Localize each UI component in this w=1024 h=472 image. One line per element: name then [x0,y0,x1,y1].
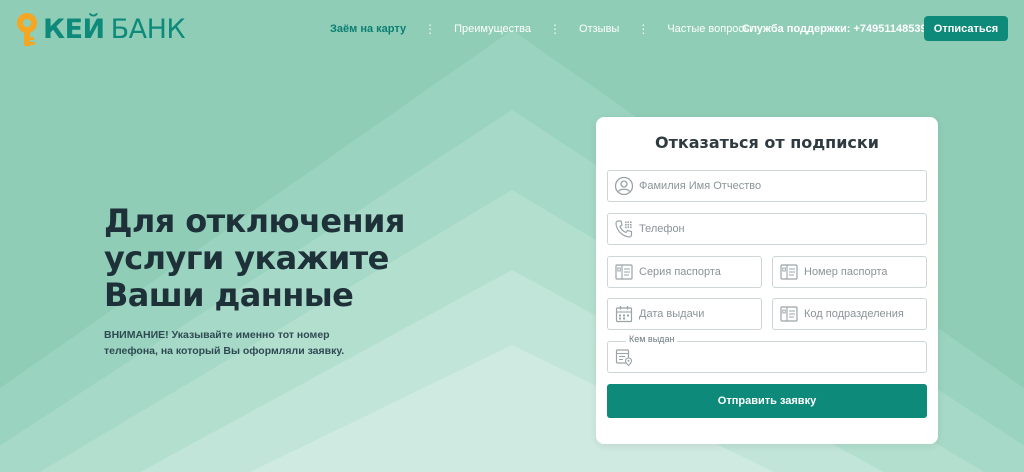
passport-number-input[interactable] [804,257,926,287]
hero-title: Для отключения услуги укажите Ваши данны… [104,203,444,314]
phone-icon [615,220,633,238]
submit-request-button[interactable]: Отправить заявку [607,384,927,418]
nav-separator: ⋮ [549,22,562,36]
division-code-field[interactable] [772,298,927,330]
unsubscribe-button[interactable]: Отписаться [924,16,1008,41]
building-location-icon [615,349,633,367]
calendar-icon [615,306,633,323]
brand-logo[interactable]: КЕЙ БАНК [14,12,186,48]
brand-name-thin: БАНК [110,14,186,45]
nav-item-faq[interactable]: Частые вопросы [667,23,752,35]
brand-name-bold: КЕЙ [43,14,105,45]
full-name-input[interactable] [639,171,926,201]
passport-number-field[interactable] [772,256,927,288]
nav-separator: ⋮ [637,22,650,36]
issued-by-field[interactable]: Кем выдан [607,334,927,373]
hero-section: Для отключения услуги укажите Ваши данны… [104,203,444,359]
support-info: Служба поддержки: +74951148539 [742,23,927,35]
issued-by-input[interactable] [639,342,926,372]
main-nav: Заём на карту ⋮ Преимущества ⋮ Отзывы ⋮ … [330,22,752,36]
phone-input[interactable] [639,214,926,244]
passport-series-field[interactable] [607,256,762,288]
phone-field[interactable] [607,213,927,245]
full-name-field[interactable] [607,170,927,202]
issue-date-input[interactable] [639,299,761,329]
hero-notice-line: телефона, на который Вы оформляли заявку… [104,345,345,357]
division-code-input[interactable] [804,299,926,329]
passport-icon [615,264,633,280]
site-header: КЕЙ БАНК Заём на карту ⋮ Преимущества ⋮ О… [0,0,1024,62]
hero-title-line: Ваши данные [104,276,354,314]
hero-notice: ВНИМАНИЕ! Указывайте именно тот номер те… [104,327,444,359]
issued-by-label: Кем выдан [626,334,678,344]
brand-name: КЕЙ БАНК [43,12,186,48]
hero-title-line: услуги укажите [104,239,389,277]
hero-notice-line: ВНИМАНИЕ! Указывайте именно тот номер [104,329,330,341]
user-icon [614,176,634,196]
nav-item-loan[interactable]: Заём на карту [330,23,406,35]
key-logo-icon [17,13,37,46]
nav-item-advantages[interactable]: Преимущества [454,23,531,35]
support-phone-link[interactable]: +74951148539 [853,23,926,35]
nav-item-reviews[interactable]: Отзывы [579,23,619,35]
form-title: Отказаться от подписки [655,133,879,152]
hero-title-line: Для отключения [104,202,405,240]
unsubscribe-form-card: Отказаться от подписки Фамилия Имя Отчес… [596,117,938,444]
nav-separator: ⋮ [424,22,437,36]
issue-date-field[interactable] [607,298,762,330]
passport-series-input[interactable] [639,257,761,287]
support-label: Служба поддержки: [742,23,851,35]
passport-icon [780,306,798,322]
passport-icon [780,264,798,280]
